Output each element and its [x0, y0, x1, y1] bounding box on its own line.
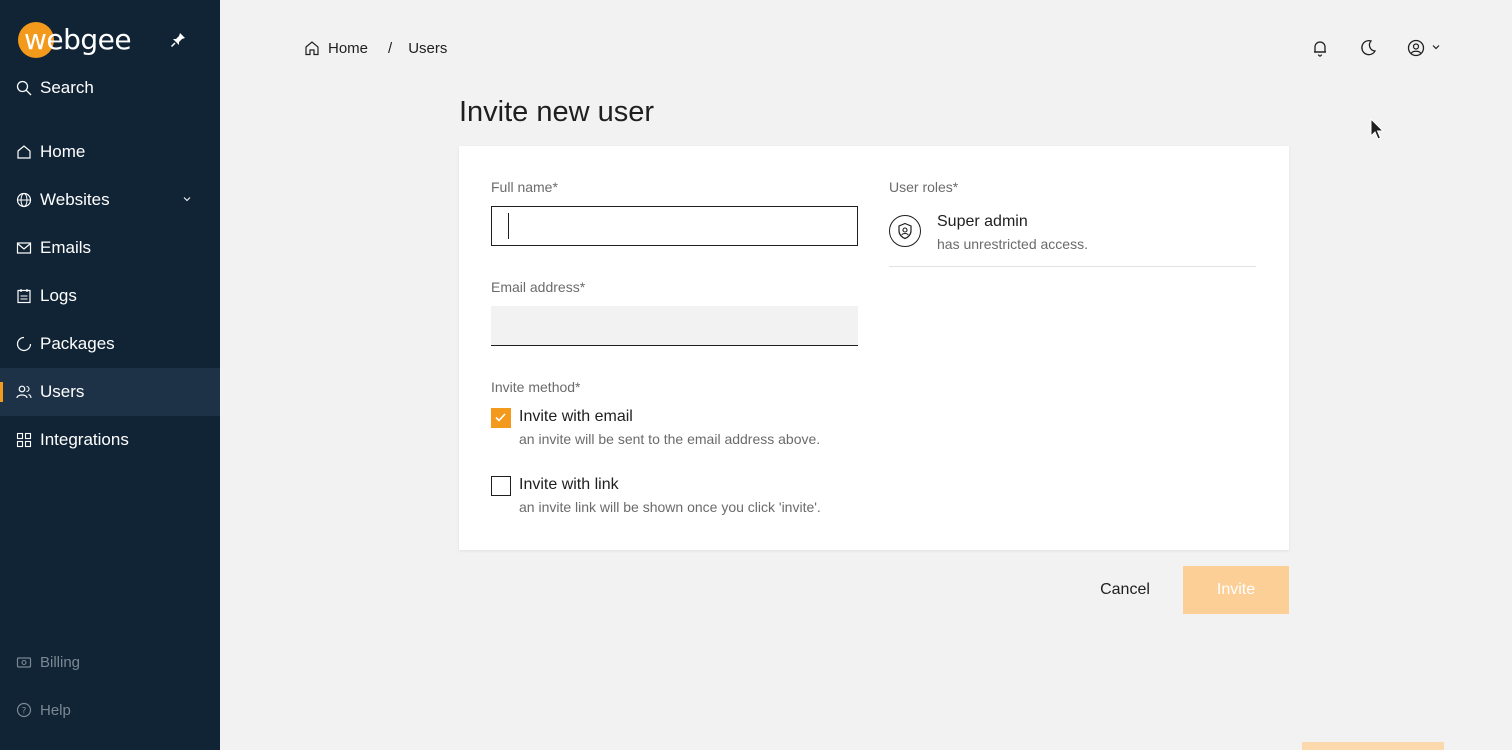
sidebar-item-label: Integrations: [40, 430, 129, 449]
role-divider: [889, 266, 1256, 267]
svg-text:?: ?: [22, 707, 27, 717]
invite-button[interactable]: Invite: [1183, 566, 1289, 614]
invite-form-card: Full name* Email address* Invite method*…: [459, 146, 1289, 550]
search-icon: [16, 80, 32, 96]
sidebar-item-packages[interactable]: Packages: [0, 320, 220, 368]
invite-link-description: an invite link will be shown once you cl…: [519, 499, 821, 515]
billing-icon: [16, 654, 32, 670]
mouse-cursor-icon: [1370, 118, 1385, 140]
sidebar-item-label: Logs: [40, 286, 77, 305]
sidebar-item-label: Emails: [40, 238, 92, 257]
logo-text: webgee: [24, 23, 132, 56]
breadcrumb-home[interactable]: Home: [328, 40, 368, 57]
breadcrumb: Home / Users: [304, 36, 447, 60]
globe-icon: [16, 192, 32, 208]
sidebar-search-label: Search: [40, 78, 94, 97]
full-name-field[interactable]: [491, 206, 858, 246]
role-description: has unrestricted access.: [937, 236, 1088, 252]
invite-email-description: an invite will be sent to the email addr…: [519, 431, 821, 447]
sidebar-item-integrations[interactable]: Integrations: [0, 416, 220, 464]
users-icon: [16, 384, 32, 400]
sidebar: webgee Search Home Websites Emails Logs: [0, 0, 220, 750]
text-caret: [508, 213, 509, 239]
sidebar-item-label: Packages: [40, 334, 115, 353]
chevron-down-icon[interactable]: [1431, 42, 1441, 52]
invite-link-title[interactable]: Invite with link: [519, 476, 619, 494]
sidebar-item-label: Home: [40, 142, 86, 161]
mail-icon: [16, 240, 32, 256]
sidebar-item-websites[interactable]: Websites: [0, 176, 220, 224]
sidebar-item-label: Help: [40, 701, 71, 719]
sidebar-item-logs[interactable]: Logs: [0, 272, 220, 320]
sidebar-item-users[interactable]: Users: [0, 368, 220, 416]
home-icon[interactable]: [304, 40, 320, 56]
breadcrumb-separator: /: [388, 39, 393, 57]
shield-icon: [889, 215, 921, 247]
user-account-icon[interactable]: [1407, 39, 1425, 57]
sidebar-item-home[interactable]: Home: [0, 128, 220, 176]
invite-method-label: Invite method*: [491, 379, 581, 395]
bell-icon[interactable]: [1311, 39, 1329, 57]
home-icon: [16, 144, 32, 160]
user-roles-label: User roles*: [889, 179, 959, 195]
moon-icon[interactable]: [1359, 39, 1377, 57]
email-label: Email address*: [491, 279, 586, 295]
invite-link-checkbox[interactable]: [491, 476, 511, 496]
sidebar-item-help[interactable]: ? Help: [0, 686, 220, 734]
sidebar-item-billing[interactable]: Billing: [0, 638, 220, 686]
sidebar-item-label: Billing: [40, 653, 81, 671]
sidebar-item-label: Users: [40, 382, 85, 401]
check-icon: [495, 413, 506, 422]
packages-icon: [16, 336, 32, 352]
email-field[interactable]: [491, 306, 858, 346]
cancel-button[interactable]: Cancel: [1090, 570, 1160, 610]
chevron-down-icon[interactable]: [182, 194, 192, 204]
full-name-label: Full name*: [491, 179, 558, 195]
sidebar-item-emails[interactable]: Emails: [0, 224, 220, 272]
integrations-icon: [16, 432, 32, 448]
pin-icon[interactable]: [170, 32, 186, 48]
page-title: Invite new user: [459, 96, 655, 128]
invite-email-title[interactable]: Invite with email: [519, 408, 633, 426]
webgee-logo[interactable]: webgee: [16, 20, 132, 60]
offscreen-button[interactable]: [1302, 742, 1444, 750]
breadcrumb-current: Users: [408, 39, 448, 57]
help-icon: ?: [16, 702, 32, 718]
sidebar-search[interactable]: Search: [0, 64, 220, 112]
sidebar-item-label: Websites: [40, 190, 110, 209]
invite-email-checkbox[interactable]: [491, 408, 511, 428]
role-title[interactable]: Super admin: [937, 213, 1028, 231]
logs-icon: [16, 288, 32, 304]
